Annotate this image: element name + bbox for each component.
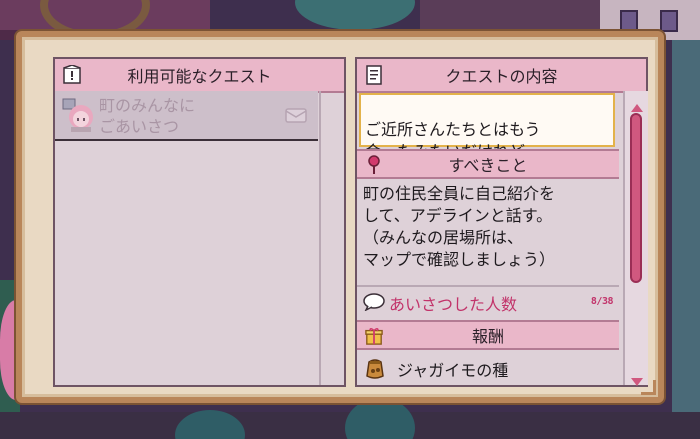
quest-list-item[interactable]: 町のみんなに ごあいさつ xyxy=(55,91,318,141)
continue-arrow-icon xyxy=(601,136,609,174)
tree xyxy=(295,0,415,30)
document-icon xyxy=(365,65,383,85)
scroll-down-arrow-icon[interactable] xyxy=(631,371,643,386)
available-quests-panel: 利用可能なクエスト 町のみんなに ごあいさつ xyxy=(53,57,346,387)
quest-scroll-icon xyxy=(63,65,81,85)
available-quests-title: 利用可能なクエスト xyxy=(127,67,272,86)
progress-label: あいさつした人数 xyxy=(389,295,518,314)
reward-label: ジャガイモの種 xyxy=(397,361,509,380)
scrollbar-thumb[interactable] xyxy=(630,113,642,283)
quest-progress-row: あいさつした人数 8/38 xyxy=(357,285,619,317)
quest-description-box[interactable]: ご近所さんたちとはもう 会ったみたいだけれど... xyxy=(359,93,615,174)
speech-bubble-icon xyxy=(363,293,385,312)
progress-count: 8/38 xyxy=(590,296,614,307)
todo-title: すべきこと xyxy=(448,156,528,175)
todo-section-header: すべきこと xyxy=(357,149,619,179)
seed-bag-icon xyxy=(363,356,387,380)
quest-details-title: クエストの内容 xyxy=(445,67,558,86)
quest-details-header: クエストの内容 xyxy=(357,59,646,93)
reward-section-header: 報酬 xyxy=(357,320,619,350)
quest-details-panel: クエストの内容 ご近所さんたちとはもう 会ったみたいだけれど... すべきこと … xyxy=(355,57,648,387)
mail-icon xyxy=(285,107,307,123)
villager-avatar-icon xyxy=(61,97,95,133)
reward-title: 報酬 xyxy=(471,327,504,346)
details-scrollbar[interactable] xyxy=(623,91,648,386)
window xyxy=(660,10,678,32)
tree xyxy=(345,398,415,439)
list-divider xyxy=(319,91,321,385)
quest-title: 町のみんなに ごあいさつ xyxy=(99,96,196,136)
todo-description: 町の住民全員に自己紹介を して、アデラインと話す。 （みんなの居場所は、 マップ… xyxy=(363,184,556,269)
pin-icon xyxy=(365,155,383,175)
grass-right xyxy=(672,40,700,439)
window xyxy=(620,10,638,32)
scroll-up-arrow-icon[interactable] xyxy=(631,97,643,112)
available-quests-header: 利用可能なクエスト xyxy=(55,59,344,93)
gift-icon xyxy=(365,326,383,346)
reward-item[interactable]: ジャガイモの種 xyxy=(357,351,619,385)
